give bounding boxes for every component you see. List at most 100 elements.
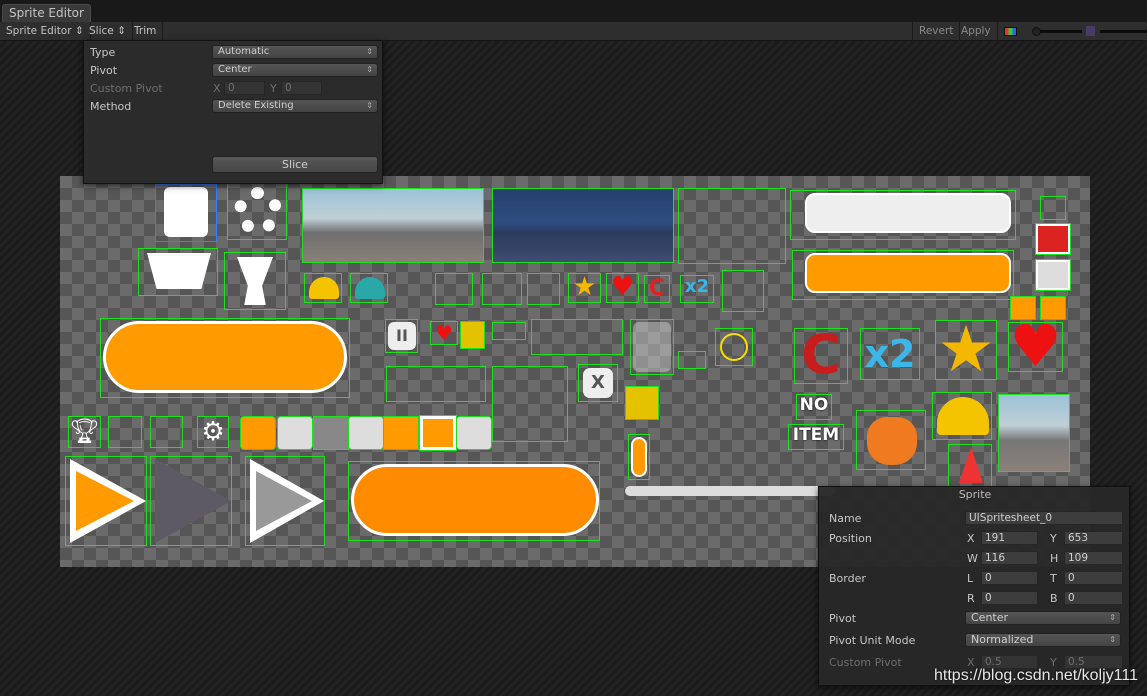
sprite-x2-small[interactable]: x2 bbox=[680, 275, 714, 303]
tab-sprite-editor[interactable]: Sprite Editor bbox=[2, 4, 91, 22]
t-label: T bbox=[1050, 572, 1057, 585]
sprite-fishbone[interactable] bbox=[492, 322, 526, 340]
sprite-red-square[interactable] bbox=[1035, 223, 1071, 255]
sprite-orange-pill[interactable] bbox=[628, 434, 650, 480]
sprite-cheese-2[interactable] bbox=[625, 386, 659, 420]
toolbar: Sprite Editor ⇕ Slice ⇕ Trim Revert Appl… bbox=[0, 22, 1147, 41]
sprite-tile-white[interactable] bbox=[277, 416, 313, 450]
h-label: H bbox=[1050, 552, 1059, 565]
zoom-slider[interactable] bbox=[1040, 30, 1082, 33]
y-field[interactable]: 653 bbox=[1064, 531, 1123, 545]
sprite-orange-button-2[interactable] bbox=[348, 461, 600, 541]
sprite-play-dark[interactable] bbox=[150, 456, 232, 546]
sprite-empty-5[interactable] bbox=[492, 366, 568, 442]
l-label: L bbox=[967, 572, 974, 585]
sprite-bar-white[interactable] bbox=[625, 486, 835, 496]
sprite-play-grey[interactable] bbox=[245, 456, 325, 546]
sprite-bars[interactable] bbox=[678, 351, 706, 369]
sprite-small-empty[interactable] bbox=[1040, 196, 1066, 220]
pivot-dropdown[interactable]: Center bbox=[212, 63, 378, 77]
sprite-heart-tiny[interactable]: ♥ bbox=[430, 321, 458, 345]
slice-dropdown[interactable]: Slice ⇕ bbox=[83, 22, 133, 41]
sprite-close[interactable]: X bbox=[578, 364, 618, 402]
sprite-item-text[interactable]: ITEM bbox=[788, 424, 844, 450]
sprite-cart[interactable] bbox=[138, 248, 218, 296]
pivot-dropdown[interactable]: Center bbox=[965, 611, 1121, 625]
color-channel-icon[interactable] bbox=[1004, 27, 1017, 36]
sprite-gear-small[interactable]: ⚙ bbox=[197, 416, 229, 448]
custom-pivot-label: Custom Pivot bbox=[829, 656, 902, 669]
sprite-no-text[interactable]: NO bbox=[796, 394, 832, 420]
mode-dropdown[interactable]: Sprite Editor ⇕ bbox=[0, 22, 91, 41]
sprite-ghost-2[interactable] bbox=[482, 273, 522, 305]
sprite-screenshot-day[interactable] bbox=[302, 188, 484, 263]
sprite-orange-bar[interactable] bbox=[792, 250, 1014, 300]
pivot-unit-mode-dropdown[interactable]: Normalized bbox=[965, 633, 1121, 647]
x-label: X bbox=[967, 532, 975, 545]
sprite-magnet-small[interactable]: C bbox=[644, 275, 670, 303]
sprite-cat[interactable] bbox=[856, 410, 926, 470]
method-label: Method bbox=[90, 100, 132, 113]
sprite-magnet[interactable]: C bbox=[794, 328, 848, 384]
sprite-heart-small[interactable]: ♥ bbox=[606, 273, 639, 303]
border-b-field[interactable]: 0 bbox=[1064, 591, 1123, 605]
sprite-white-square[interactable] bbox=[1035, 259, 1071, 291]
border-r-field[interactable]: 0 bbox=[981, 591, 1038, 605]
sprite-tile-grey[interactable] bbox=[313, 416, 349, 450]
sprite-tile-white-2[interactable] bbox=[348, 416, 384, 450]
selected-sprite[interactable] bbox=[155, 184, 217, 242]
name-field[interactable]: UISpritesheet_0 bbox=[965, 511, 1123, 525]
sprite-empty-3[interactable] bbox=[531, 319, 623, 355]
w-field[interactable]: 116 bbox=[981, 551, 1038, 565]
sprite-screenshot-small[interactable] bbox=[998, 394, 1070, 472]
sprite-tile-white-3[interactable] bbox=[456, 416, 492, 450]
sprite-x2[interactable]: x2 bbox=[860, 328, 920, 380]
slice-button[interactable]: Slice bbox=[212, 156, 378, 173]
sprite-screenshot-night[interactable] bbox=[492, 188, 674, 263]
sprite-star[interactable]: ★ bbox=[935, 318, 997, 382]
sprite-empty-4[interactable] bbox=[386, 366, 486, 402]
custom-pivot-y-label: Y bbox=[270, 82, 277, 95]
sprite-helmet-ghost[interactable] bbox=[435, 273, 473, 305]
sprite-white-bar[interactable] bbox=[790, 190, 1016, 240]
sprite-cap[interactable] bbox=[350, 273, 388, 303]
sprite-heart[interactable]: ♥ bbox=[1008, 317, 1063, 375]
sprite-orange-button-large[interactable] bbox=[100, 318, 350, 398]
sprite-party-hat[interactable] bbox=[948, 444, 992, 488]
sprite-play-orange[interactable] bbox=[65, 456, 147, 546]
mip-slider[interactable] bbox=[1100, 30, 1147, 33]
sprite-empty-2[interactable] bbox=[722, 270, 764, 312]
h-field[interactable]: 109 bbox=[1064, 551, 1123, 565]
apply-button[interactable]: Apply bbox=[955, 22, 998, 41]
sprite-trophy-small[interactable]: 🏆︎ bbox=[68, 416, 101, 448]
sprite-cheese[interactable] bbox=[460, 321, 485, 349]
sprite-ring[interactable] bbox=[715, 328, 753, 366]
custom-pivot-x-field[interactable]: 0 bbox=[224, 81, 265, 95]
position-label: Position bbox=[829, 532, 872, 545]
sprite-tile-orange-3[interactable] bbox=[419, 415, 457, 451]
sprite-tile-orange-2[interactable] bbox=[383, 416, 419, 450]
sprite-pause[interactable]: II bbox=[385, 319, 418, 353]
revert-button[interactable]: Revert bbox=[912, 22, 961, 41]
sprite-panel-ghost[interactable] bbox=[630, 319, 674, 375]
mip-icon bbox=[1086, 26, 1095, 36]
border-t-field[interactable]: 0 bbox=[1064, 571, 1123, 585]
custom-pivot-y-field[interactable]: 0 bbox=[281, 81, 322, 95]
border-l-field[interactable]: 0 bbox=[981, 571, 1038, 585]
b-label: B bbox=[1050, 592, 1058, 605]
sprite-star-small[interactable]: ★ bbox=[568, 273, 601, 303]
mode-label: Sprite Editor bbox=[6, 25, 72, 37]
sprite-trophy[interactable] bbox=[224, 252, 286, 310]
sprite-gear[interactable] bbox=[227, 182, 287, 240]
sprite-cart-small[interactable] bbox=[108, 416, 142, 448]
method-dropdown[interactable]: Delete Existing bbox=[212, 99, 378, 113]
sprite-helmet[interactable] bbox=[304, 273, 342, 303]
sprite-tile-orange[interactable] bbox=[240, 416, 276, 450]
sprite-helmet-large[interactable] bbox=[932, 392, 992, 440]
sprite-ghost-3[interactable] bbox=[527, 273, 560, 305]
sprite-book-small[interactable] bbox=[150, 416, 183, 448]
type-dropdown[interactable]: Automatic bbox=[212, 45, 378, 59]
x-field[interactable]: 191 bbox=[981, 531, 1038, 545]
sprite-empty[interactable] bbox=[678, 188, 786, 264]
trim-button[interactable]: Trim bbox=[128, 22, 164, 41]
